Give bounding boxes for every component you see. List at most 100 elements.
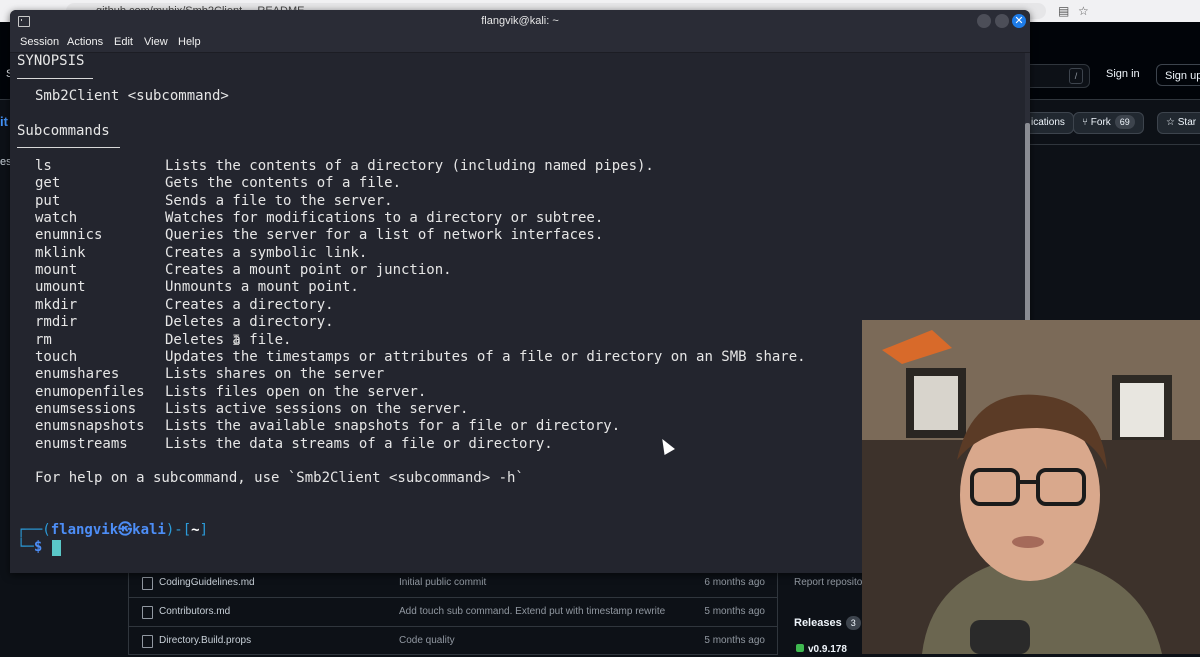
subcommand-description: Lists the available snapshots for a file… [165,418,621,434]
fork-icon: ⑂ [1082,117,1088,128]
prompt-open: ┌──( [17,522,51,538]
close-icon: ✕ [1014,15,1024,27]
releases-label: Releases [794,617,842,629]
file-icon [142,577,153,590]
subcommand-name: enumopenfiles [35,384,145,400]
subcommand-name: umount [35,279,86,295]
window-title: flangvik@kali: ~ [481,15,559,27]
help-line: For help on a subcommand, use `Smb2Clien… [35,470,524,486]
synopsis-heading: SYNOPSIS [17,53,85,69]
subcommand-name: rmdir [35,314,78,330]
star-button[interactable]: ☆ Star [1157,112,1200,134]
file-name[interactable]: Directory.Build.props [159,635,251,646]
commit-time: 5 months ago [704,606,765,617]
commit-message[interactable]: Code quality [399,635,455,646]
subcommand-description: Deletes a directory. [165,314,334,330]
prompt-close: ] [199,522,209,538]
subcommand-name: watch [35,210,78,226]
releases-count: 3 [845,616,861,630]
file-name[interactable]: Contributors.md [159,606,230,617]
presenter-image [862,320,1200,654]
subcommand-name: enumstreams [35,436,128,452]
sign-up-button[interactable]: Sign up [1156,64,1200,86]
menu-help[interactable]: Help [178,36,201,48]
menu-edit[interactable]: Edit [114,36,133,48]
star-icon[interactable]: ☆ [1078,4,1089,18]
subcommand-name: enumnics [35,227,103,243]
commit-time: 5 months ago [704,635,765,646]
minimize-button[interactable] [977,14,991,28]
title-bar[interactable]: flangvik@kali: ~ ✕ [10,10,1030,32]
releases-heading[interactable]: Releases 3 [794,616,861,630]
heading-underline [17,78,93,79]
subcommand-description: Creates a symbolic link. [165,245,368,261]
star-outline-icon: ☆ [1166,117,1175,128]
subcommand-description: Lists the contents of a directory (inclu… [165,158,654,174]
prompt-line-2: └─$ [17,539,42,556]
menu-view[interactable]: View [144,36,168,48]
subcommand-description: Lists files open on the server. [165,384,427,400]
subcommand-name: put [35,193,61,209]
menu-session[interactable]: Session [20,36,59,48]
close-button[interactable]: ✕ [1012,14,1026,28]
search-shortcut-key: / [1069,68,1083,84]
prompt-path: ~ [191,522,200,538]
file-list: CodingGuidelines.md Initial public commi… [128,568,778,655]
file-name[interactable]: CodingGuidelines.md [159,577,255,588]
maximize-button[interactable] [995,14,1009,28]
tag-icon [796,644,804,652]
microphone [970,620,1030,654]
subcommand-name: ls [35,158,52,174]
subcommand-description: Unmounts a mount point. [165,279,359,295]
fork-button[interactable]: ⑂ Fork 69 [1073,112,1144,134]
menu-actions[interactable]: Actions [67,36,103,48]
subcommand-name: enumsessions [35,401,137,417]
release-version: v0.9.178 [808,644,847,655]
menu-bar: Session Actions Edit View Help [10,32,1030,53]
ibeam-cursor-icon: I [232,333,241,349]
file-icon [142,635,153,648]
heading-underline [17,147,120,148]
mouse-pointer-icon [657,436,675,455]
latest-release[interactable]: v0.9.178 [796,644,847,655]
star-label: Star [1177,117,1197,128]
subcommand-description: Lists shares on the server [165,366,385,382]
reader-icon[interactable]: ▤ [1058,4,1069,18]
sign-in-link[interactable]: Sign in [1106,68,1140,80]
file-row[interactable]: Contributors.md Add touch sub command. E… [129,597,777,628]
commit-message[interactable]: Add touch sub command. Extend put with t… [399,606,665,617]
subcommands-heading: Subcommands [17,123,110,139]
repo-name-fragment[interactable]: it [0,114,8,129]
file-row[interactable]: Directory.Build.props Code quality 5 mon… [129,626,777,657]
commit-time: 6 months ago [704,577,765,588]
subcommand-description: Gets the contents of a file. [165,175,402,191]
subcommand-description: Creates a mount point or junction. [165,262,452,278]
usage-line: Smb2Client <subcommand> [35,88,229,104]
subcommand-name: get [35,175,61,191]
subcommand-name: enumsnapshots [35,418,145,434]
subcommand-description: Lists active sessions on the server. [165,401,469,417]
subcommand-name: mount [35,262,78,278]
report-repository-link[interactable]: Report reposito [794,577,862,588]
prompt-dollar: $ [33,539,43,555]
divider [1030,144,1200,145]
subcommand-name: mkdir [35,297,78,313]
subcommand-description: Queries the server for a list of network… [165,227,604,243]
prompt-corner: └─ [17,539,34,555]
prompt-user: flangvik㉿kali [50,522,166,538]
mouth [1012,536,1044,548]
subcommand-name: mklink [35,245,86,261]
subcommand-description: Sends a file to the server. [165,193,393,209]
prompt-line-1: ┌──(flangvik㉿kali)-[~] [17,522,208,539]
text-cursor [52,540,61,556]
subcommand-description: Lists the data streams of a file or dire… [165,436,553,452]
subcommand-name: enumshares [35,366,120,382]
file-icon [142,606,153,619]
fork-label: Fork [1090,117,1111,128]
subcommand-description: Deletes a file. [165,332,292,348]
subcommand-description: Creates a directory. [165,297,334,313]
subcommand-name: touch [35,349,78,365]
notifications-label: ications [1031,117,1065,128]
subcommand-description: Updates the timestamps or attributes of … [165,349,806,365]
commit-message[interactable]: Initial public commit [399,577,486,588]
